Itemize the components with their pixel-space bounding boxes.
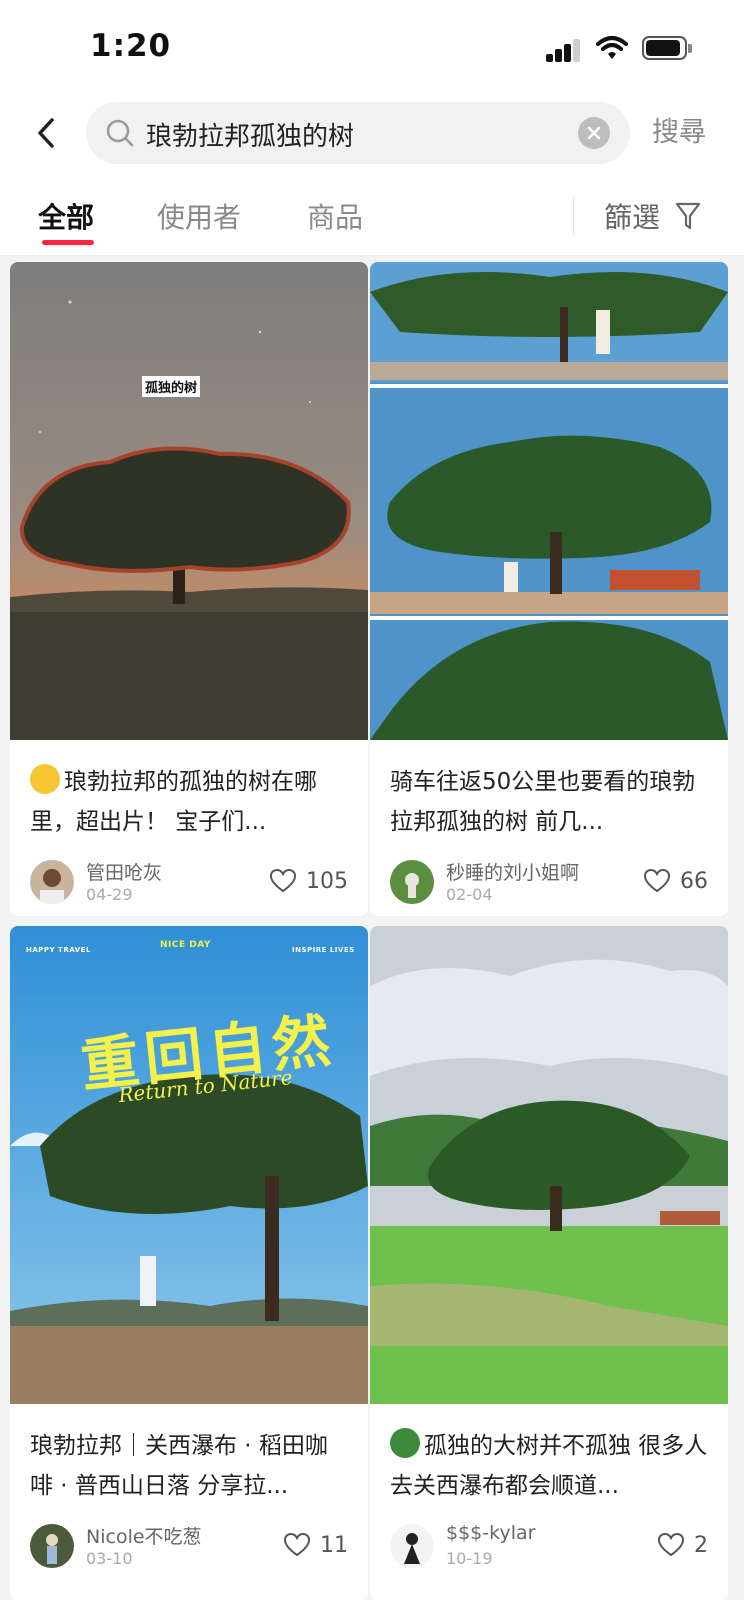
- avatar[interactable]: [390, 1524, 434, 1568]
- post-image[interactable]: [370, 262, 728, 740]
- post-title[interactable]: 琅勃拉邦的孤独的树在哪里，超出片！ 宝子们...: [30, 762, 348, 842]
- star-struck-emoji-icon: [30, 764, 60, 794]
- poster-tag-right: INSPIRE LIVES: [292, 946, 355, 954]
- like-count: 11: [320, 1532, 348, 1558]
- post-title[interactable]: 琅勃拉邦｜关西瀑布 · 稻田咖啡 · 普西山日落 分享拉...: [30, 1426, 348, 1506]
- post-author-row: Nicole不吃葱 03-10 11: [30, 1524, 348, 1572]
- heart-icon: [643, 868, 670, 893]
- heart-icon: [283, 1532, 310, 1557]
- back-button[interactable]: [22, 108, 72, 158]
- author-name[interactable]: $$$-kylar: [446, 1522, 535, 1544]
- avatar[interactable]: [30, 860, 74, 904]
- clear-search-button[interactable]: [578, 117, 610, 149]
- post-author-row: 秒睡的刘小姐啊 02-04 66: [390, 860, 708, 908]
- post-card[interactable]: HAPPY TRAVEL NICE DAY INSPIRE LIVES 重回自然…: [10, 926, 368, 1600]
- status-bar: 1:20: [0, 0, 744, 96]
- post-title[interactable]: 骑车往返50公里也要看的琅勃拉邦孤独的树 前几...: [390, 762, 708, 842]
- post-date: 03-10: [86, 1549, 133, 1568]
- poster-tag-center: NICE DAY: [160, 940, 211, 950]
- post-card[interactable]: 孤独的树 琅勃拉邦的孤独的树在哪里，超出片！ 宝子们... 管田呛灰 04-29…: [10, 262, 368, 916]
- funnel-icon: [676, 202, 701, 230]
- like-count: 2: [694, 1532, 708, 1558]
- post-image[interactable]: HAPPY TRAVEL NICE DAY INSPIRE LIVES 重回自然…: [10, 926, 368, 1404]
- post-author-row: 管田呛灰 04-29 105: [30, 860, 348, 908]
- wifi-icon: [596, 34, 628, 62]
- like-count: 105: [306, 868, 348, 894]
- post-image[interactable]: 孤独的树: [10, 262, 368, 740]
- like-button[interactable]: 66: [643, 868, 708, 898]
- tab-users[interactable]: 使用者: [157, 196, 241, 236]
- post-image[interactable]: [370, 926, 728, 1404]
- author-name[interactable]: Nicole不吃葱: [86, 1522, 202, 1549]
- avatar[interactable]: [390, 860, 434, 904]
- active-tab-indicator: [42, 240, 94, 245]
- search-button[interactable]: 搜尋: [652, 110, 706, 149]
- tab-all[interactable]: 全部: [38, 196, 94, 236]
- post-date: 02-04: [446, 885, 493, 904]
- battery-icon: [642, 36, 692, 60]
- author-name[interactable]: 秒睡的刘小姐啊: [446, 858, 579, 885]
- post-date: 10-19: [446, 1549, 493, 1568]
- close-icon: [587, 126, 601, 140]
- signal-icon: [546, 38, 582, 62]
- filter-label: 篩選: [604, 201, 661, 234]
- post-date: 04-29: [86, 885, 133, 904]
- filter-tabs: 全部 使用者 商品 篩選: [0, 178, 744, 256]
- image-caption: 孤独的树: [142, 376, 201, 397]
- avatar[interactable]: [30, 1524, 74, 1568]
- author-name[interactable]: 管田呛灰: [86, 858, 162, 885]
- tree-emoji-icon: [390, 1428, 420, 1458]
- post-card[interactable]: 孤独的大树并不孤独 很多人去关西瀑布都会顺道... $$$-kylar 10-1…: [370, 926, 728, 1600]
- post-title[interactable]: 孤独的大树并不孤独 很多人去关西瀑布都会顺道...: [390, 1426, 708, 1506]
- chevron-left-icon: [38, 118, 54, 148]
- poster-tag-left: HAPPY TRAVEL: [26, 946, 91, 954]
- like-button[interactable]: 105: [269, 868, 348, 898]
- tab-products[interactable]: 商品: [307, 196, 363, 236]
- search-header: 琅勃拉邦孤独的树 搜尋: [0, 96, 744, 178]
- post-card[interactable]: 骑车往返50公里也要看的琅勃拉邦孤独的树 前几... 秒睡的刘小姐啊 02-04…: [370, 262, 728, 916]
- like-count: 66: [680, 868, 708, 894]
- post-author-row: $$$-kylar 10-19 2: [390, 1522, 708, 1572]
- search-icon: [104, 117, 136, 149]
- heart-icon: [269, 868, 296, 893]
- filter-button[interactable]: 篩選: [604, 196, 701, 236]
- status-time: 1:20: [90, 28, 172, 64]
- like-button[interactable]: 2: [657, 1532, 708, 1562]
- search-query-text[interactable]: 琅勃拉邦孤独的树: [146, 116, 354, 153]
- like-button[interactable]: 11: [283, 1532, 348, 1562]
- tab-divider: [573, 196, 574, 236]
- search-input[interactable]: 琅勃拉邦孤独的树: [86, 102, 630, 164]
- results-feed: 孤独的树 琅勃拉邦的孤独的树在哪里，超出片！ 宝子们... 管田呛灰 04-29…: [0, 256, 744, 1600]
- heart-icon: [657, 1532, 684, 1557]
